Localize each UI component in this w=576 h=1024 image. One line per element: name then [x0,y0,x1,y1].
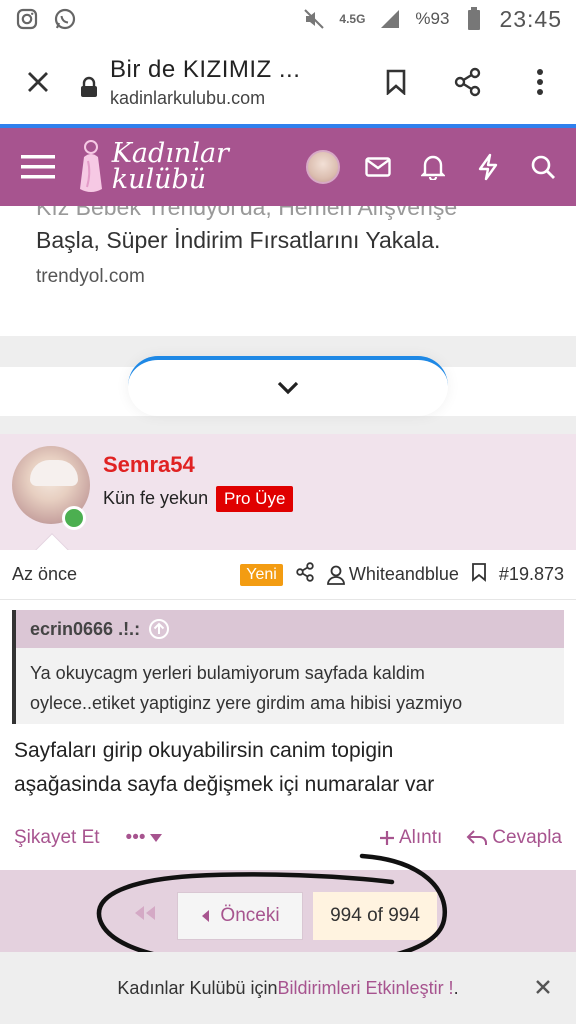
previous-label: Önceki [220,905,280,926]
battery-percent: %93 [415,9,450,28]
post-meta: Az önce Yeni Whiteandblue #19.873 [0,550,576,600]
ad-banner: Kız Bebek Trendyol'da, Hemen Alışverişe … [0,206,576,434]
quote-header[interactable]: ecrin0666 .!.: [16,610,564,648]
post-body: Az önce Yeni Whiteandblue #19.873 ecrin0… [0,550,576,870]
site-header: Kadınlar kulübü [0,128,576,206]
menu-button[interactable] [0,128,76,206]
account-button[interactable] [295,128,350,206]
close-icon [28,72,48,92]
close-tab-button[interactable] [0,38,76,126]
quote-text-line1: Ya okuycagm yerleri bulamiyorum sayfada … [30,663,425,683]
logo-figure-icon [79,140,102,192]
dismiss-notification-button[interactable] [528,972,558,1002]
bell-icon [420,155,445,180]
quote-text-line2: oylece..etiket yaptiginz yere girdim ama… [30,693,463,713]
instagram-icon [14,6,40,32]
share-icon [296,562,314,582]
quote-button[interactable]: Alıntı [379,827,442,849]
previous-page-button[interactable]: Önceki [177,892,303,940]
online-indicator [62,506,86,530]
site-logo[interactable]: Kadınlar kulübü [76,137,295,197]
hamburger-icon [20,155,55,179]
avatar [305,150,340,184]
whats-new-button[interactable] [460,128,515,206]
chevron-down-icon [277,381,299,395]
more-actions-button[interactable]: ••• [126,827,162,849]
browser-menu-button[interactable] [504,38,576,126]
page-title: Bir de KIZIMIZ ... [110,55,301,83]
new-badge: Yeni [240,563,283,586]
whatsapp-icon [52,6,78,32]
clock: 23:45 [499,5,562,32]
page-indicator[interactable]: 994 of 994 [313,892,437,940]
share-button[interactable] [432,38,504,126]
user-title: Kün fe yekun [103,488,209,508]
reply-label: Cevapla [492,827,562,848]
bookmark-button[interactable] [360,38,432,126]
ad-domain: trendyol.com [36,266,145,287]
lightning-icon [478,153,497,181]
post-message-line2: aşağasinda sayfa değişmek içi numaralar … [14,773,435,796]
mentioned-user[interactable]: Whiteandblue [326,564,459,585]
quote-block: ecrin0666 .!.: Ya okuycagm yerleri bulam… [12,610,564,724]
bookmark-icon [472,563,486,582]
bookmark-post-button[interactable] [471,562,487,587]
ad-headline-2: Başla, Süper İndirim Fırsatlarını Yakala… [36,227,441,253]
user-icon [326,565,345,585]
notify-prefix: Kadınlar Kulübü için [117,977,278,998]
status-bar: 4.5G %93 23:45 [0,0,576,38]
enable-notifications-link[interactable]: Bildirimleri Etkinleştir ! [278,978,454,999]
post-time[interactable]: Az önce [12,564,77,585]
messages-button[interactable] [350,128,405,206]
alerts-button[interactable] [405,128,460,206]
more-dots: ••• [125,827,146,848]
lock-icon [76,76,102,98]
quote-label: Alıntı [398,827,443,848]
post-number[interactable]: #19.873 [499,564,564,585]
more-vertical-icon [537,69,543,95]
browser-toolbar: Bir de KIZIMIZ ... kadinlarkulubu.com [0,38,576,126]
mentioned-username: Whiteandblue [348,564,459,584]
post-user-info: Semra54 Kün fe yekun Pro Üye [0,434,576,550]
pagination: Önceki 994 of 994 [0,870,576,952]
notify-suffix: . [453,977,459,998]
battery-icon [461,6,487,32]
caret-left-icon [202,910,210,922]
search-button[interactable] [515,128,570,206]
mute-icon [301,6,327,32]
reply-icon [466,830,488,845]
pro-member-badge: Pro Üye [216,486,294,512]
page-domain: kadinlarkulubu.com [110,87,266,108]
envelope-icon [364,157,391,177]
bookmark-icon [386,69,406,95]
ad-headline-1: Kız Bebek Trendyol'da, Hemen Alışverişe [36,206,458,220]
share-post-button[interactable] [295,562,315,587]
double-chevron-left-icon [135,906,155,920]
address-bar[interactable]: Bir de KIZIMIZ ... kadinlarkulubu.com [102,56,360,109]
username[interactable]: Semra54 [103,452,195,478]
first-page-button[interactable] [130,900,160,926]
report-button[interactable]: Şikayet Et [14,827,100,849]
notification-prompt: Kadınlar Kulübü için Bildirimleri Etkinl… [0,952,576,1024]
arrow-up-circle-icon [149,619,170,639]
quote-author: ecrin0666 .!.: [30,618,141,639]
post-message-line1: Sayfaları girip okuyabilirsin canim topi… [14,739,394,762]
post-actions: Şikayet Et ••• Alıntı Cevapla [14,818,562,858]
post-message: Sayfaları girip okuyabilirsin canim topi… [14,734,566,802]
ad-card[interactable]: Kız Bebek Trendyol'da, Hemen Alışverişe … [0,206,576,336]
avatar-hat [30,460,78,486]
share-icon [454,67,481,97]
plus-icon [379,831,394,845]
ad-expand-button[interactable] [128,356,448,416]
reply-button[interactable]: Cevapla [466,827,562,849]
forum-post: Semra54 Kün fe yekun Pro Üye Az önce Yen… [0,434,576,870]
logo-line2: kulübü [111,164,207,195]
search-icon [531,155,555,179]
caret-down-icon [149,834,162,842]
signal-icon [377,6,403,32]
quote-text: Ya okuycagm yerleri bulamiyorum sayfada … [16,648,564,728]
close-icon [536,980,550,994]
network-type: 4.5G [339,12,366,26]
